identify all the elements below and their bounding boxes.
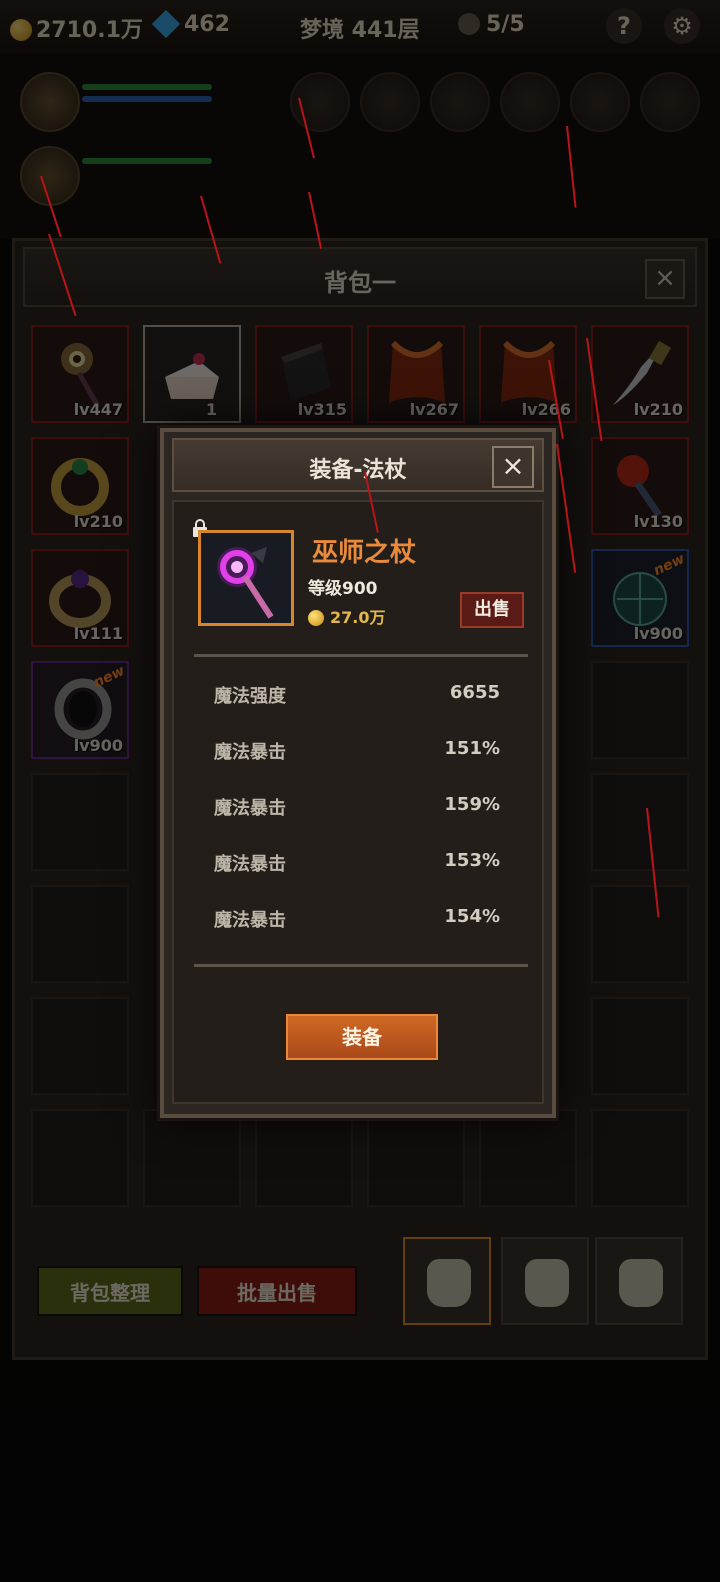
cake-icon (165, 353, 219, 399)
settings-gear-icon[interactable]: ⚙ (664, 8, 700, 44)
inventory-slot[interactable]: lv111 (31, 549, 129, 647)
inventory-slot-empty[interactable] (255, 1109, 353, 1207)
stat-row: 魔法强度 6655 (214, 682, 500, 712)
stage-label: 梦境 441层 (300, 18, 420, 43)
close-icon[interactable]: × (645, 259, 685, 299)
inventory-slot-empty[interactable] (591, 997, 689, 1095)
hero-mp-bar (82, 96, 212, 102)
equip-slot[interactable] (570, 72, 630, 132)
item-price: 27.0万 (308, 604, 385, 628)
inventory-slot-empty[interactable] (31, 997, 129, 1095)
inventory-slot[interactable]: new lv900 (591, 549, 689, 647)
inventory-slot-empty[interactable] (31, 773, 129, 871)
stat-row: 魔法暴击 154% (214, 906, 500, 936)
item-icon-frame (198, 530, 294, 626)
stat-value: 6655 (449, 682, 500, 703)
stat-name: 魔法暴击 (214, 854, 286, 875)
inventory-slot-empty[interactable] (31, 885, 129, 983)
gold-counter: 2710.1万 (10, 12, 143, 44)
inventory-slot-empty[interactable] (591, 661, 689, 759)
stat-name: 魔法暴击 (214, 798, 286, 819)
equip-slot[interactable] (360, 72, 420, 132)
gold-ring-icon (51, 458, 109, 516)
item-level: 等级900 (308, 579, 378, 599)
stat-value: 154% (444, 906, 500, 927)
diamond-icon (151, 9, 181, 39)
sell-button[interactable]: 出售 (460, 592, 524, 628)
gem-counter: 462 (151, 9, 230, 39)
tome-icon (281, 343, 331, 401)
inventory-slot-empty[interactable] (591, 773, 689, 871)
inventory-slot-empty[interactable] (591, 885, 689, 983)
skull-key-icon (458, 13, 480, 35)
stat-value: 153% (444, 850, 500, 871)
backpack-titlebar: 背包一 × (23, 247, 697, 307)
divider (194, 654, 528, 657)
stat-name: 魔法暴击 (214, 742, 286, 763)
dialog-title: 装备-法杖 (309, 458, 407, 483)
hero-portrait-2[interactable] (20, 146, 80, 206)
hero-portrait[interactable] (20, 72, 80, 132)
bag-icon (619, 1259, 663, 1307)
bag-tab-1[interactable] (403, 1237, 491, 1325)
gold-coin-icon (10, 19, 32, 41)
equip-slot[interactable] (430, 72, 490, 132)
bag-tab-2[interactable] (501, 1237, 589, 1325)
inventory-slot[interactable]: lv315 (255, 325, 353, 423)
equip-slot[interactable] (640, 72, 700, 132)
inventory-slot[interactable]: lv130 (591, 437, 689, 535)
dialog-titlebar: 装备-法杖 × (172, 438, 544, 492)
inventory-slot[interactable]: new lv900 (31, 661, 129, 759)
eye-staff-icon (61, 343, 100, 407)
batch-sell-button[interactable]: 批量出售 (197, 1266, 357, 1316)
stat-name: 魔法强度 (214, 686, 286, 707)
fire-torch-icon (617, 455, 662, 517)
hero-hp-bar-2 (82, 158, 212, 164)
hero-area (0, 54, 720, 239)
wizard-staff-icon (217, 547, 274, 619)
inventory-slot[interactable]: 1 (143, 325, 241, 423)
backpack-title: 背包一 (324, 269, 396, 297)
inventory-slot-empty[interactable] (143, 1109, 241, 1207)
inventory-slot[interactable]: lv447 (31, 325, 129, 423)
stat-name: 魔法暴击 (214, 910, 286, 931)
sort-backpack-button[interactable]: 背包整理 (37, 1266, 183, 1316)
amethyst-ring-icon (49, 570, 111, 628)
top-hud: 2710.1万 462 梦境 441层 5/5 ? ⚙ (0, 0, 720, 54)
equip-slot[interactable] (500, 72, 560, 132)
stat-row: 魔法暴击 153% (214, 850, 500, 880)
stat-value: 151% (444, 738, 500, 759)
divider (194, 964, 528, 967)
dagger-icon (613, 340, 672, 405)
equipment-detail-dialog: 装备-法杖 × 巫师之杖 等级900 27.0万 出售 魔法强度 6655 魔法… (160, 428, 556, 1118)
inventory-slot-empty[interactable] (591, 1109, 689, 1207)
bag-icon (525, 1259, 569, 1307)
inventory-slot[interactable]: lv267 (367, 325, 465, 423)
item-name: 巫师之杖 (312, 538, 417, 568)
hero-hp-bar (82, 84, 212, 90)
inventory-slot-empty[interactable] (31, 1109, 129, 1207)
help-button[interactable]: ? (606, 8, 642, 44)
inventory-slot[interactable]: lv210 (591, 325, 689, 423)
dialog-body: 巫师之杖 等级900 27.0万 出售 魔法强度 6655 魔法暴击 151% … (172, 500, 544, 1104)
close-icon[interactable]: × (492, 446, 534, 488)
inventory-slot[interactable]: lv266 (479, 325, 577, 423)
gold-coin-icon (308, 610, 324, 626)
bag-icon (427, 1259, 471, 1307)
stat-row: 魔法暴击 151% (214, 738, 500, 768)
stat-row: 魔法暴击 159% (214, 794, 500, 824)
stat-value: 159% (444, 794, 500, 815)
inventory-slot-empty[interactable] (479, 1109, 577, 1207)
equip-button[interactable]: 装备 (284, 1012, 440, 1062)
bag-tab-3[interactable] (595, 1237, 683, 1325)
inventory-slot[interactable]: lv210 (31, 437, 129, 535)
key-counter: 5/5 (458, 12, 525, 37)
cape-icon (389, 340, 445, 403)
inventory-slot-empty[interactable] (367, 1109, 465, 1207)
